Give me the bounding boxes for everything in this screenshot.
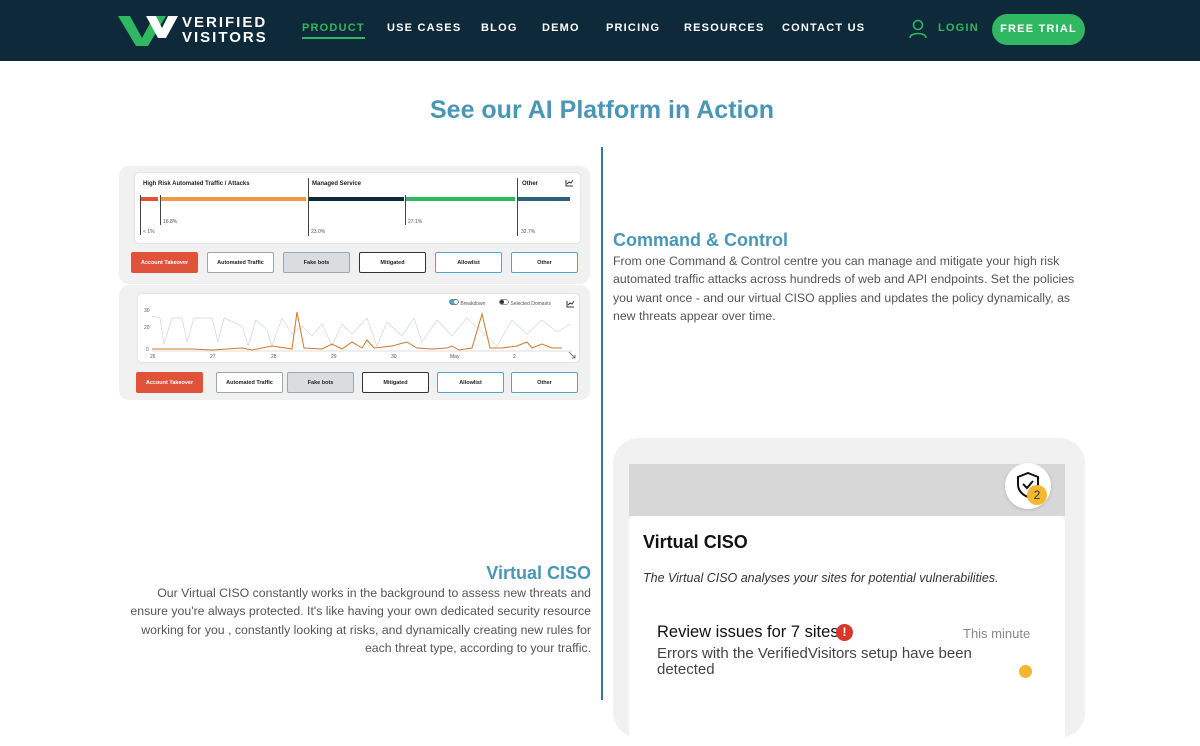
bar-allowlist [406,197,515,201]
segment-label-other: Other [522,181,539,187]
review-description: Errors with the VerifiedVisitors setup h… [657,645,972,678]
virtual-ciso-text: Our Virtual CISO constantly works in the… [130,586,591,656]
command-control-heading: Command & Control [613,230,788,250]
nav-product[interactable]: PRODUCT [302,22,365,39]
nav-resources[interactable]: RESOURCES [684,22,764,34]
filter-account-takeover[interactable]: Account Takeover [131,252,198,273]
filter-row: Account Takeover Automated Traffic Fake … [129,372,579,393]
bar-other [518,197,570,201]
traffic-timeline-card: Breakdown Selected Domains 30 20 0 26 27… [119,285,590,400]
filter-mitigated[interactable]: Mitigated [359,252,426,273]
y-tick: 30 [144,308,150,314]
x-tick: 30 [391,354,397,360]
filter-account-takeover[interactable]: Account Takeover [136,372,203,393]
phone-subtitle: The Virtual CISO analyses your sites for… [643,571,999,585]
segment-divider [517,178,518,236]
segment-divider [140,195,141,235]
logo-mark-icon [118,16,178,46]
login-label: LOGIN [938,22,979,34]
bar-automated-traffic [161,197,306,201]
x-tick: May [450,354,460,360]
toggle-icon [449,299,459,305]
timeline-panel: Breakdown Selected Domains 30 20 0 26 27… [138,294,579,362]
review-issues-title[interactable]: Review issues for 7 sites [657,623,839,642]
virtual-ciso-card: Virtual CISO The Virtual CISO analyses y… [629,516,1065,746]
x-tick: 29 [331,354,337,360]
logo-text: VERIFIED VISITORS [182,15,268,45]
pct-label: 16.8% [163,219,178,225]
free-trial-button[interactable]: FREE TRIAL [992,14,1085,45]
chart-icon[interactable] [565,179,574,187]
x-tick: 2 [513,354,516,360]
pct-label: < 1% [143,229,155,235]
traffic-line-chart [152,311,572,352]
toggle-icon [499,299,509,305]
traffic-breakdown-card: High Risk Automated Traffic / Attacks Ma… [119,166,590,284]
page-title: See our AI Platform in Action [429,96,775,124]
filter-automated-traffic[interactable]: Automated Traffic [216,372,283,393]
nav-use-cases[interactable]: USE CASES [387,22,461,34]
vertical-divider [601,147,603,700]
x-tick: 27 [210,354,216,360]
nav-pricing[interactable]: PRICING [606,22,660,34]
phone-header: 2 [629,463,1065,516]
expand-icon[interactable] [568,351,576,359]
segment-divider [308,178,309,236]
breakdown-panel: High Risk Automated Traffic / Attacks Ma… [135,173,580,243]
pct-label: 32.7% [521,229,536,235]
command-control-text: From one Command & Control centre you ca… [613,254,1075,324]
bar-account-takeover [141,197,158,201]
filter-mitigated[interactable]: Mitigated [362,372,429,393]
y-tick: 20 [144,325,150,331]
phone-title: Virtual CISO [643,532,748,552]
filter-allowlist[interactable]: Allowlist [437,372,504,393]
navbar: VERIFIED VISITORS PRODUCT USE CASES BLOG… [0,0,1200,61]
nav-demo[interactable]: DEMO [542,22,580,34]
logo-line2: VISITORS [182,29,268,46]
pct-label: 27.1% [408,219,423,225]
notification-count: 2 [1027,485,1047,505]
filter-automated-traffic[interactable]: Automated Traffic [207,252,274,273]
x-tick: 26 [150,354,156,360]
shield-badge[interactable]: 2 [1005,463,1051,509]
user-icon [909,19,927,39]
nav-contact-us[interactable]: CONTACT US [782,22,865,34]
filter-fake-bots[interactable]: Fake bots [287,372,354,393]
virtual-ciso-heading: Virtual CISO [486,563,591,583]
segment-label-managed: Managed Service [312,181,362,187]
review-timestamp: This minute [963,626,1031,641]
logo[interactable]: VERIFIED VISITORS [118,12,268,50]
y-tick: 0 [146,347,149,353]
bar-mitigated [309,197,404,201]
filter-other[interactable]: Other [511,372,578,393]
nav-blog[interactable]: BLOG [481,22,518,34]
phone-mockup: 2 Virtual CISO The Virtual CISO analyses… [613,438,1085,746]
chart-icon[interactable] [566,300,575,308]
filter-fake-bots[interactable]: Fake bots [283,252,350,273]
status-dot [1019,665,1032,678]
segment-label-high-risk: High Risk Automated Traffic / Attacks [143,181,250,187]
warning-icon: ! [836,624,853,641]
filter-other[interactable]: Other [511,252,578,273]
filter-allowlist[interactable]: Allowlist [435,252,502,273]
filter-row: Account Takeover Automated Traffic Fake … [129,252,579,273]
pct-label: 23.0% [311,229,326,235]
x-tick: 28 [271,354,277,360]
logo-line1: VERIFIED [182,14,268,31]
